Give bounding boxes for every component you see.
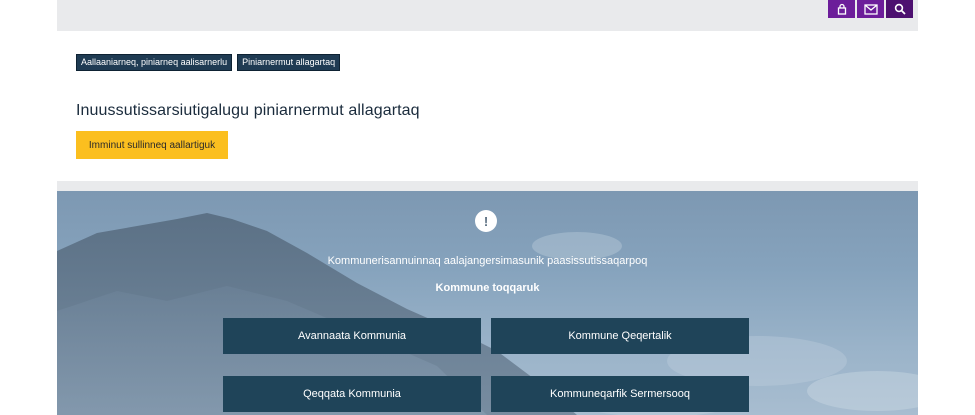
top-header-band bbox=[57, 0, 918, 31]
breadcrumb-item-fishing[interactable]: Aallaaniarneq, piniarneq aalisarnerlu bbox=[76, 54, 233, 71]
start-self-service-button[interactable]: Imminut sullinneq aallartiguk bbox=[76, 131, 228, 159]
search-icon[interactable] bbox=[886, 0, 913, 18]
hero-section: ! Kommunerisannuinnaq aalajangersimasuni… bbox=[57, 191, 918, 415]
top-icon-group bbox=[828, 0, 913, 18]
breadcrumb-item-hunting-license[interactable]: Piniarnermut allagartaq bbox=[237, 54, 341, 71]
municipality-button-sermersooq[interactable]: Kommuneqarfik Sermersooq bbox=[491, 376, 749, 412]
hero-message: Kommunerisannuinnaq aalajangersimasunik … bbox=[327, 255, 648, 267]
info-alert-icon: ! bbox=[475, 210, 497, 232]
municipality-button-avannaata[interactable]: Avannaata Kommunia bbox=[223, 318, 481, 354]
section-divider-band bbox=[57, 181, 918, 191]
page: Aallaaniarneq, piniarneq aalisarnerlu Pi… bbox=[0, 0, 975, 415]
municipality-button-qeqertalik[interactable]: Kommune Qeqertalik bbox=[491, 318, 749, 354]
mail-icon[interactable] bbox=[857, 0, 884, 18]
breadcrumb: Aallaaniarneq, piniarneq aalisarnerlu Pi… bbox=[76, 54, 341, 71]
municipality-button-qeqqata[interactable]: Qeqqata Kommunia bbox=[223, 376, 481, 412]
page-title: Inuussutissarsiutigalugu piniarnermut al… bbox=[76, 102, 420, 119]
choose-municipality-label: Kommune toqqaruk bbox=[435, 282, 540, 294]
lock-icon[interactable] bbox=[828, 0, 855, 18]
